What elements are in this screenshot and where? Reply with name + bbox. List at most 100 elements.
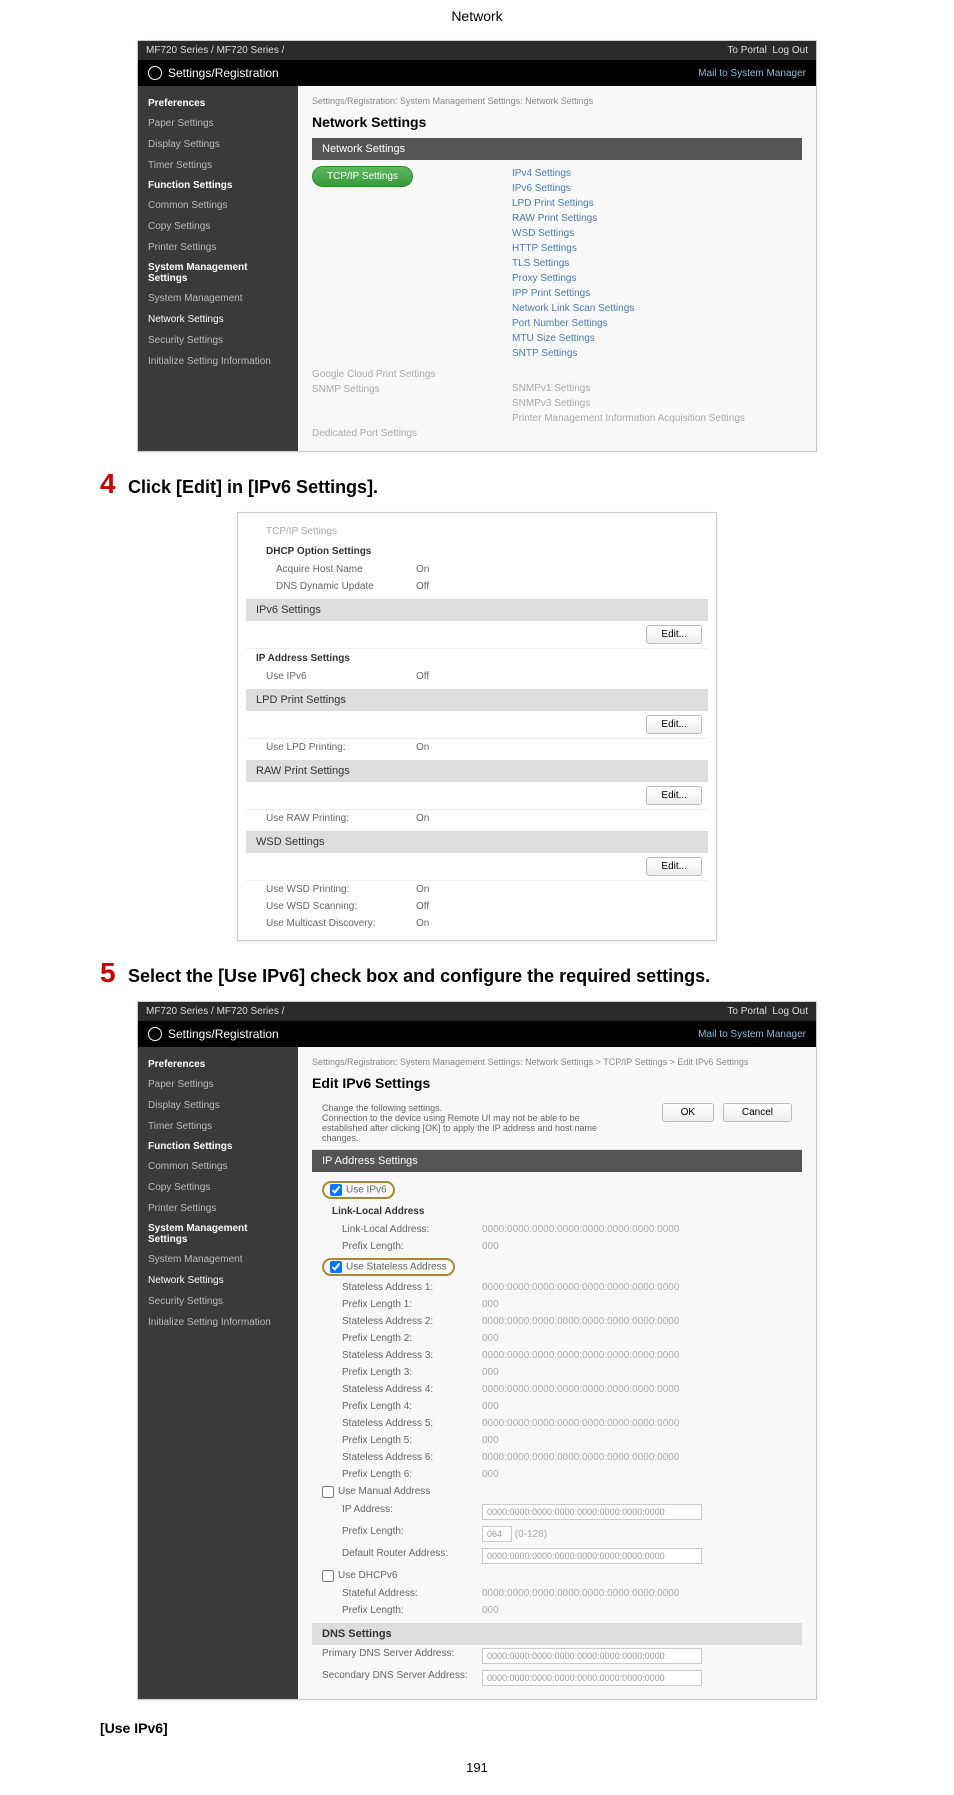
raw-link[interactable]: RAW Print Settings: [492, 211, 802, 226]
sidebar-timer[interactable]: Timer Settings: [138, 155, 298, 176]
linklocal-prefix-label: Prefix Length:: [322, 1241, 482, 1252]
wsd-section-header: WSD Settings: [246, 831, 708, 853]
page-title: Network Settings: [312, 114, 802, 130]
ipaddr-input[interactable]: [482, 1504, 702, 1520]
wsd-link[interactable]: WSD Settings: [492, 226, 802, 241]
sidebar-timer-3[interactable]: Timer Settings: [138, 1116, 298, 1137]
logout-link-3[interactable]: Log Out: [772, 1006, 808, 1017]
sidebar-network[interactable]: Network Settings: [138, 309, 298, 330]
wsd-edit-button[interactable]: Edit...: [646, 857, 702, 876]
sidebar-paper[interactable]: Paper Settings: [138, 113, 298, 134]
sidebar-function-3: Function Settings: [138, 1137, 298, 1156]
sntp-link[interactable]: SNTP Settings: [492, 346, 802, 361]
prefixlen-input[interactable]: [482, 1526, 512, 1542]
sa1-value: 0000:0000:0000:0000:0000:0000:0000:0000: [482, 1282, 792, 1293]
main-content-3: Settings/Registration: System Management…: [298, 1047, 816, 1699]
tls-link[interactable]: TLS Settings: [492, 256, 802, 271]
pminfo-link[interactable]: Printer Management Information Acquisiti…: [492, 411, 802, 426]
sidebar: Preferences Paper Settings Display Setti…: [138, 86, 298, 451]
lpd-link[interactable]: LPD Print Settings: [492, 196, 802, 211]
use-manual-checkbox[interactable]: [322, 1486, 334, 1498]
note2: Connection to the device using Remote UI…: [322, 1113, 604, 1143]
pridns-input[interactable]: [482, 1648, 702, 1664]
sidebar-paper-3[interactable]: Paper Settings: [138, 1074, 298, 1095]
cancel-button[interactable]: Cancel: [723, 1103, 792, 1122]
to-portal-link-3[interactable]: To Portal: [727, 1006, 766, 1017]
sidebar-display[interactable]: Display Settings: [138, 134, 298, 155]
sidebar-security-3[interactable]: Security Settings: [138, 1291, 298, 1312]
wsdscan-label: Use WSD Scanning:: [256, 901, 416, 912]
sidebar-security[interactable]: Security Settings: [138, 330, 298, 351]
mtu-link[interactable]: MTU Size Settings: [492, 331, 802, 346]
sidebar-printer-3[interactable]: Printer Settings: [138, 1198, 298, 1219]
note1: Change the following settings.: [322, 1103, 604, 1113]
snmp-link[interactable]: SNMP Settings: [312, 382, 472, 397]
use-dhcpv6-label: Use DHCPv6: [338, 1570, 397, 1582]
sidebar-sysmgmtitem[interactable]: System Management: [138, 288, 298, 309]
sidebar-init-3[interactable]: Initialize Setting Information: [138, 1312, 298, 1333]
use-manual-label: Use Manual Address: [338, 1486, 430, 1498]
use-ipv6-checkbox[interactable]: [330, 1184, 342, 1196]
pl4-label: Prefix Length 4:: [322, 1401, 482, 1412]
use-dhcpv6-checkbox[interactable]: [322, 1570, 334, 1582]
sidebar-printer[interactable]: Printer Settings: [138, 237, 298, 258]
ipp-link[interactable]: IPP Print Settings: [492, 286, 802, 301]
sidebar-common[interactable]: Common Settings: [138, 195, 298, 216]
sa3-value: 0000:0000:0000:0000:0000:0000:0000:0000: [482, 1350, 792, 1361]
settings-registration-label-3: Settings/Registration: [168, 1027, 279, 1041]
sidebar-copy-3[interactable]: Copy Settings: [138, 1177, 298, 1198]
raw-section-header: RAW Print Settings: [246, 760, 708, 782]
sidebar-preferences-3: Preferences: [138, 1055, 298, 1074]
sa4-label: Stateless Address 4:: [322, 1384, 482, 1395]
settings-registration-bar: Settings/Registration Mail to System Man…: [138, 60, 816, 86]
logout-link[interactable]: Log Out: [772, 45, 808, 56]
sidebar-function: Function Settings: [138, 176, 298, 195]
snmpv1-link[interactable]: SNMPv1 Settings: [492, 381, 802, 396]
model-label: MF720 Series / MF720 Series /: [146, 45, 284, 56]
use-stateless-checkbox[interactable]: [330, 1261, 342, 1273]
sidebar-preferences: Preferences: [138, 94, 298, 113]
pl5-value: 000: [482, 1435, 792, 1446]
sidebar-copy[interactable]: Copy Settings: [138, 216, 298, 237]
use-ipv6-label: Use IPv6: [346, 1185, 387, 1196]
raw-edit-button[interactable]: Edit...: [646, 786, 702, 805]
step-4-text: Click [Edit] in [IPv6 Settings].: [128, 477, 378, 497]
netlink-link[interactable]: Network Link Scan Settings: [492, 301, 802, 316]
secdns-input[interactable]: [482, 1670, 702, 1686]
sa5-value: 0000:0000:0000:0000:0000:0000:0000:0000: [482, 1418, 792, 1429]
linklocal-header: Link-Local Address: [312, 1202, 802, 1221]
portnum-link[interactable]: Port Number Settings: [492, 316, 802, 331]
dedport-link[interactable]: Dedicated Port Settings: [312, 426, 802, 441]
mail-to-sysmgr-link[interactable]: Mail to System Manager: [698, 68, 806, 79]
sidebar-common-3[interactable]: Common Settings: [138, 1156, 298, 1177]
gear-icon-3: [148, 1027, 162, 1041]
lpd-edit-button[interactable]: Edit...: [646, 715, 702, 734]
useraw-label: Use RAW Printing:: [256, 813, 416, 824]
ipv6-link[interactable]: IPv6 Settings: [492, 181, 802, 196]
google-cloud-link[interactable]: Google Cloud Print Settings: [312, 367, 472, 382]
use-stateless-label: Use Stateless Address: [346, 1262, 447, 1273]
sa3-label: Stateless Address 3:: [322, 1350, 482, 1361]
use-ipv6-footer-label: [Use IPv6]: [100, 1720, 854, 1736]
http-link[interactable]: HTTP Settings: [492, 241, 802, 256]
acquire-value: On: [416, 564, 698, 575]
wsdprint-label: Use WSD Printing:: [256, 884, 416, 895]
ok-button[interactable]: OK: [662, 1103, 714, 1122]
snmpv3-link[interactable]: SNMPv3 Settings: [492, 396, 802, 411]
ipv6-edit-button[interactable]: Edit...: [646, 625, 702, 644]
pl4-value: 000: [482, 1401, 792, 1412]
sidebar-sysmgmtitem-3[interactable]: System Management: [138, 1249, 298, 1270]
sidebar-network-3[interactable]: Network Settings: [138, 1270, 298, 1291]
defroute-input[interactable]: [482, 1548, 702, 1564]
step-5: 5 Select the [Use IPv6] check box and co…: [100, 957, 854, 989]
network-settings-panel: MF720 Series / MF720 Series / To Portal …: [137, 40, 817, 452]
proxy-link[interactable]: Proxy Settings: [492, 271, 802, 286]
sidebar-init[interactable]: Initialize Setting Information: [138, 351, 298, 372]
linklocal-addr-value: 0000:0000:0000:0000:0000:0000:0000:0000: [482, 1224, 792, 1235]
mail-to-sysmgr-link-3[interactable]: Mail to System Manager: [698, 1029, 806, 1040]
page-number: 191: [0, 1760, 954, 1795]
to-portal-link[interactable]: To Portal: [727, 45, 766, 56]
sidebar-display-3[interactable]: Display Settings: [138, 1095, 298, 1116]
ipv4-link[interactable]: IPv4 Settings: [492, 166, 802, 181]
tcpip-settings-button[interactable]: TCP/IP Settings: [312, 166, 413, 187]
